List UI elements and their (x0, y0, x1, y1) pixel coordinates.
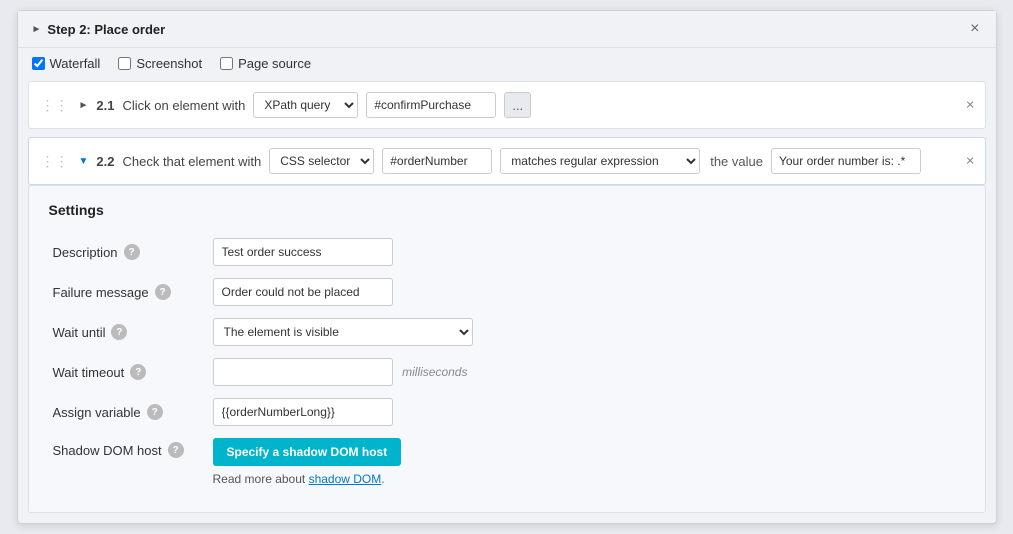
screenshot-checkbox-label[interactable]: Screenshot (118, 56, 202, 71)
shadow-dom-link[interactable]: shadow DOM (309, 472, 382, 486)
wait-until-row: Wait until ? The element is visible The … (49, 312, 965, 352)
waterfall-label: Waterfall (50, 56, 101, 71)
step-21-close-button[interactable]: × (966, 97, 975, 114)
assign-variable-row: Assign variable ? (49, 392, 965, 432)
wait-timeout-help-icon[interactable]: ? (130, 364, 146, 380)
failure-label: Failure message (53, 285, 149, 300)
step-panel: ► Step 2: Place order × Waterfall Screen… (17, 10, 997, 524)
step-21-row: ⋮⋮ ► 2.1 Click on element with XPath que… (28, 81, 986, 129)
wait-timeout-row: Wait timeout ? milliseconds (49, 352, 965, 392)
description-help-icon[interactable]: ? (124, 244, 140, 260)
settings-title: Settings (49, 202, 965, 218)
step-22-selector-type[interactable]: CSS selector XPath query ID (269, 148, 374, 174)
description-label: Description (53, 245, 118, 260)
wait-timeout-input[interactable] (213, 358, 393, 386)
wait-until-help-icon[interactable]: ? (111, 324, 127, 340)
step-22-close-button[interactable]: × (966, 153, 975, 170)
step-22-chevron[interactable]: ▼ (79, 156, 89, 167)
waterfall-checkbox-label[interactable]: Waterfall (32, 56, 101, 71)
step-22-value-label: the value (710, 154, 763, 169)
description-input[interactable] (213, 238, 393, 266)
step-22-row: ⋮⋮ ▼ 2.2 Check that element with CSS sel… (28, 137, 986, 185)
specify-shadow-dom-button[interactable]: Specify a shadow DOM host (213, 438, 402, 466)
step-21-action: Click on element with (122, 98, 245, 113)
panel-title-text: Step 2: Place order (47, 22, 165, 37)
shadow-label: Shadow DOM host (53, 443, 162, 458)
failure-input[interactable] (213, 278, 393, 306)
failure-help-icon[interactable]: ? (155, 284, 171, 300)
page-source-label: Page source (238, 56, 311, 71)
step-21-selector-value[interactable] (366, 92, 496, 118)
shadow-link-period: . (381, 472, 384, 486)
step-21-drag-handle[interactable]: ⋮⋮ (41, 97, 69, 114)
shadow-help-icon[interactable]: ? (168, 442, 184, 458)
step-21-selector-type[interactable]: XPath query CSS selector ID (253, 92, 358, 118)
step-22-action: Check that element with (122, 154, 261, 169)
wait-timeout-label: Wait timeout (53, 365, 125, 380)
waterfall-checkbox[interactable] (32, 57, 45, 70)
milliseconds-label: milliseconds (402, 365, 467, 379)
shadow-dom-row: Shadow DOM host ? Specify a shadow DOM h… (49, 432, 965, 492)
assign-input[interactable] (213, 398, 393, 426)
panel-close-button[interactable]: × (968, 21, 981, 37)
step-22-condition[interactable]: matches regular expression equals contai… (500, 148, 700, 174)
failure-row: Failure message ? (49, 272, 965, 312)
step-22-label: 2.2 (96, 154, 114, 169)
assign-label: Assign variable (53, 405, 141, 420)
panel-header: ► Step 2: Place order × (18, 11, 996, 48)
assign-help-icon[interactable]: ? (147, 404, 163, 420)
screenshot-checkbox[interactable] (118, 57, 131, 70)
panel-chevron-icon[interactable]: ► (32, 24, 42, 35)
shadow-link-row: Read more about shadow DOM. (213, 472, 961, 486)
step-21-dots-button[interactable]: ... (504, 92, 531, 118)
step-22-drag-handle[interactable]: ⋮⋮ (41, 153, 69, 170)
page-source-checkbox[interactable] (220, 57, 233, 70)
step-21-chevron[interactable]: ► (79, 100, 89, 111)
panel-title: ► Step 2: Place order (32, 22, 166, 37)
shadow-link-prefix: Read more about (213, 472, 309, 486)
screenshot-label: Screenshot (136, 56, 202, 71)
checkboxes-row: Waterfall Screenshot Page source (18, 48, 996, 81)
settings-table: Description ? Failure message ? (49, 232, 965, 492)
wait-until-label: Wait until (53, 325, 106, 340)
step-22-value[interactable] (771, 148, 921, 174)
step-21-label: 2.1 (96, 98, 114, 113)
description-row: Description ? (49, 232, 965, 272)
wait-until-select[interactable]: The element is visible The element is hi… (213, 318, 473, 346)
page-source-checkbox-label[interactable]: Page source (220, 56, 311, 71)
step-22-selector-value[interactable] (382, 148, 492, 174)
settings-block: Settings Description ? (28, 185, 986, 513)
